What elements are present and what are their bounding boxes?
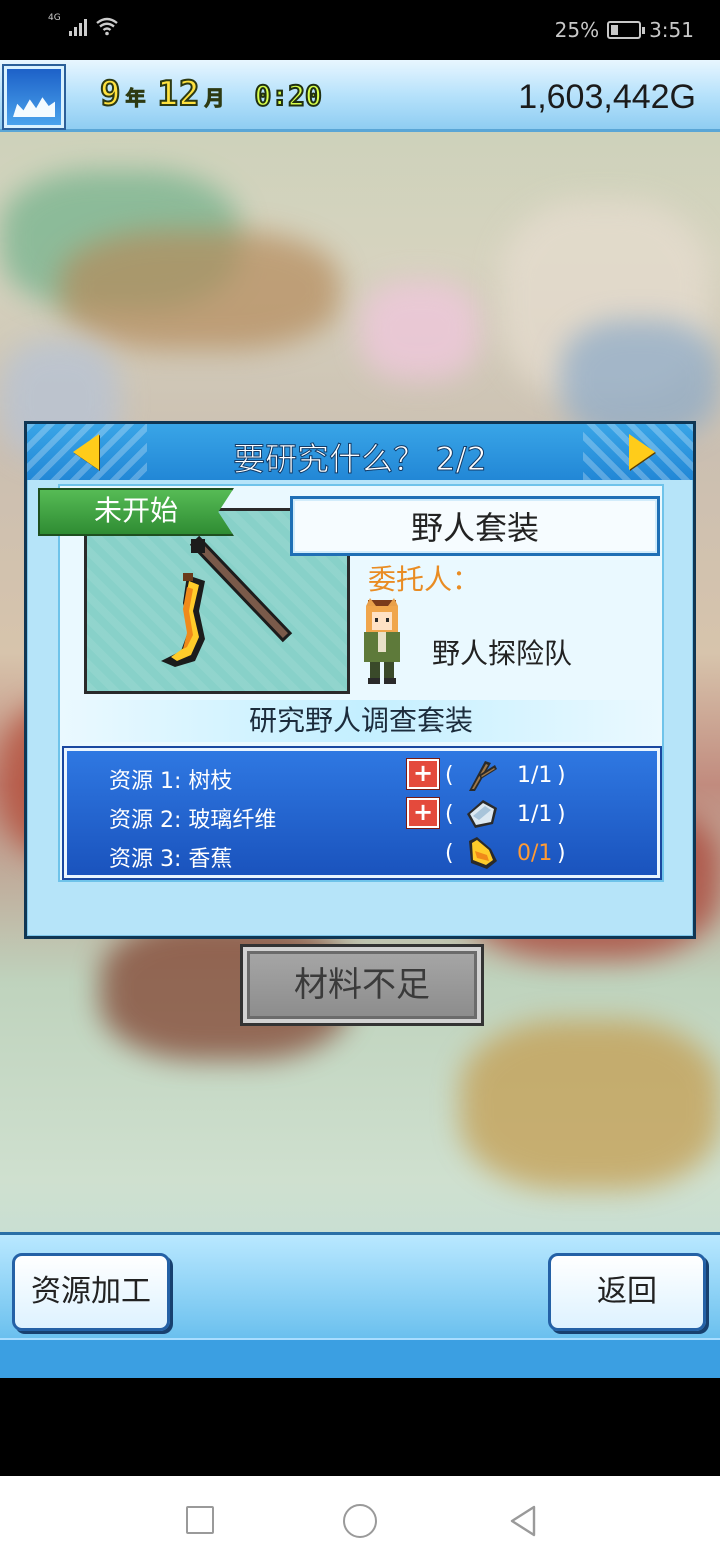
dialog-title: 要研究什么？ 2/2 [233, 440, 488, 479]
resource-label: 资源 1: 树枝 [109, 769, 233, 794]
resource-label: 资源 2: 玻璃纤维 [109, 808, 277, 833]
back-triangle-icon[interactable] [508, 1504, 538, 1538]
client-avatar-icon [364, 598, 400, 684]
add-resource-button[interactable]: + [406, 797, 440, 829]
research-content: 未开始 野人套装 委托人： 野人探险队 研究野人调查套装 资源 1: 树枝 + … [38, 484, 664, 882]
game-clock: 0:20 [253, 78, 322, 113]
background-blur [360, 280, 480, 380]
add-resource-button[interactable]: + [406, 758, 440, 790]
paren-open: ( [445, 841, 454, 866]
next-arrow-icon[interactable] [629, 434, 655, 470]
resource-count: 1/1 [517, 802, 553, 827]
game-area: 9 年 12 月 0:20 1,603,442G 要研究什么？ 2/2 未开始 … [0, 60, 720, 1378]
money-display: 1,603,442G [518, 78, 696, 116]
clock: 3:51 [649, 18, 694, 42]
resource-list: 资源 1: 树枝 + ( 1/1 ) 资源 2: 玻璃纤维 + (1/1) … [62, 746, 662, 880]
status-left: 4G [48, 13, 119, 36]
resource-count: 0/1 [517, 841, 553, 866]
paren-close: ) [557, 802, 566, 827]
resource-label: 资源 3: 香蕉 [109, 847, 233, 872]
battery-percent: 25% [554, 18, 600, 42]
month-value: 12 [156, 73, 201, 115]
year-unit: 年 [125, 86, 146, 111]
status-right: 25% 3:51 [555, 18, 694, 42]
signal-icon [68, 16, 87, 36]
navigation-bar [0, 1476, 720, 1560]
glass-fiber-icon [467, 800, 497, 828]
branch-icon [469, 761, 497, 791]
status-bar: 4G 25% 3:51 [0, 0, 720, 60]
home-icon[interactable] [343, 1504, 377, 1538]
battery-fill [611, 25, 618, 35]
background-blur [60, 230, 340, 350]
recent-apps-icon[interactable] [186, 1506, 214, 1534]
research-description: 研究野人调查套装 [60, 700, 662, 742]
hud-lower-strip [0, 1338, 720, 1378]
paren-close: ) [557, 841, 566, 866]
paren-open: ( [445, 763, 454, 788]
paren-close: ) [557, 763, 566, 788]
dialog-header: 要研究什么？ 2/2 [27, 424, 693, 480]
resource-row: 资源 1: 树枝 + ( 1/1 ) [67, 755, 657, 794]
month-unit: 月 [204, 86, 225, 111]
game-date: 9 年 12 月 0:20 [99, 73, 323, 115]
client-label: 委托人： [368, 563, 481, 596]
battery-icon [607, 21, 646, 39]
background-blur [460, 1020, 720, 1190]
item-name: 野人套装 [290, 496, 660, 556]
resource-row: 资源 2: 玻璃纤维 + ( 1/1 ) [67, 794, 657, 833]
top-hud: 9 年 12 月 0:20 1,603,442G [0, 60, 720, 132]
network-type: 4G [48, 13, 61, 23]
client-name: 野人探险队 [432, 637, 573, 670]
screen-letterbox [0, 1378, 720, 1476]
resource-row: 资源 3: 香蕉 ( 0/1 ) [67, 833, 657, 872]
bottom-hud: 资源加工 返回 [0, 1232, 720, 1378]
status-tag: 未开始 [38, 488, 234, 536]
back-button[interactable]: 返回 [548, 1253, 706, 1331]
snow-decoration [13, 97, 55, 117]
paren-open: ( [445, 802, 454, 827]
banana-icon [469, 837, 497, 869]
year-value: 9 [99, 73, 122, 115]
resource-count: 1/1 [517, 763, 553, 788]
wifi-icon [95, 17, 118, 36]
resource-processing-button[interactable]: 资源加工 [12, 1253, 170, 1331]
research-dialog: 要研究什么？ 2/2 未开始 野人套装 委托人： 野人探险队 研究野人调查套装 … [24, 421, 696, 939]
insufficient-materials-button[interactable]: 材料不足 [240, 944, 484, 1026]
winter-snow-icon[interactable] [2, 64, 66, 130]
